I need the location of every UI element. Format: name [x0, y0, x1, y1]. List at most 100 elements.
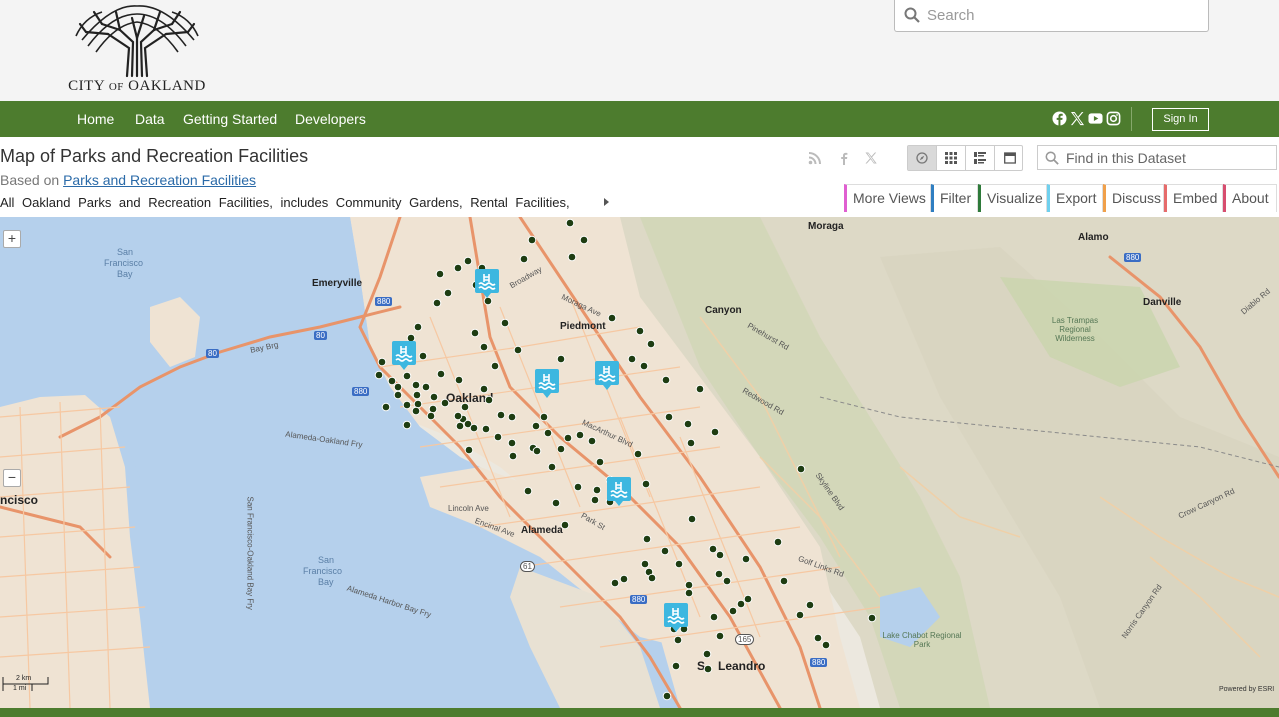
park-point[interactable] [709, 612, 719, 622]
facebook-icon[interactable] [1052, 111, 1067, 126]
park-point[interactable] [513, 345, 523, 355]
park-point[interactable] [795, 610, 805, 620]
park-point[interactable] [393, 390, 403, 400]
park-point[interactable] [683, 419, 693, 429]
park-point[interactable] [646, 339, 656, 349]
park-point[interactable] [440, 398, 450, 408]
park-point[interactable] [421, 382, 431, 392]
park-point[interactable] [779, 576, 789, 586]
park-point[interactable] [377, 357, 387, 367]
park-point[interactable] [469, 423, 479, 433]
park-point[interactable] [402, 400, 412, 410]
park-point[interactable] [428, 404, 438, 414]
park-point[interactable] [413, 322, 423, 332]
park-point[interactable] [664, 412, 674, 422]
pool-marker[interactable] [535, 369, 559, 398]
park-point[interactable] [381, 402, 391, 412]
based-on-link[interactable]: Parks and Recreation Facilities [63, 172, 256, 188]
park-point[interactable] [490, 361, 500, 371]
park-point[interactable] [674, 559, 684, 569]
park-point[interactable] [728, 606, 738, 616]
park-point[interactable] [374, 370, 384, 380]
park-point[interactable] [805, 600, 815, 610]
nav-getting-started[interactable]: Getting Started [183, 111, 277, 127]
youtube-icon[interactable] [1088, 111, 1103, 126]
park-point[interactable] [587, 436, 597, 446]
park-point[interactable] [412, 390, 422, 400]
list-view-button[interactable] [966, 146, 995, 170]
share-x-icon[interactable] [864, 151, 878, 165]
map-view-button[interactable] [908, 146, 937, 170]
park-point[interactable] [532, 446, 542, 456]
park-point[interactable] [484, 395, 494, 405]
park-point[interactable] [426, 411, 436, 421]
pool-marker[interactable] [607, 477, 631, 506]
dataset-search-input[interactable] [1066, 149, 1271, 167]
park-point[interactable] [687, 514, 697, 524]
park-point[interactable] [796, 464, 806, 474]
park-point[interactable] [573, 482, 583, 492]
park-point[interactable] [402, 371, 412, 381]
park-point[interactable] [702, 649, 712, 659]
park-point[interactable] [640, 559, 650, 569]
park-point[interactable] [507, 412, 517, 422]
park-point[interactable] [531, 421, 541, 431]
park-point[interactable] [715, 550, 725, 560]
dataset-search-box[interactable] [1037, 145, 1277, 170]
park-point[interactable] [453, 263, 463, 273]
park-point[interactable] [714, 569, 724, 579]
park-point[interactable] [455, 421, 465, 431]
park-point[interactable] [684, 580, 694, 590]
park-point[interactable] [464, 445, 474, 455]
park-point[interactable] [813, 633, 823, 643]
park-point[interactable] [551, 498, 561, 508]
park-point[interactable] [633, 449, 643, 459]
park-point[interactable] [673, 635, 683, 645]
park-point[interactable] [539, 412, 549, 422]
pool-marker[interactable] [595, 361, 619, 390]
city-of-oakland-logo[interactable]: CITY OF OAKLAND [66, 0, 208, 100]
zoom-in-button[interactable]: + [3, 230, 21, 248]
park-point[interactable] [460, 402, 470, 412]
park-point[interactable] [463, 256, 473, 266]
park-point[interactable] [418, 351, 428, 361]
park-point[interactable] [429, 392, 439, 402]
rss-icon[interactable] [808, 151, 822, 165]
park-point[interactable] [684, 588, 694, 598]
expand-description-icon[interactable] [604, 198, 609, 206]
park-point[interactable] [743, 594, 753, 604]
x-twitter-icon[interactable] [1070, 111, 1085, 126]
park-point[interactable] [519, 254, 529, 264]
park-point[interactable] [387, 376, 397, 386]
park-point[interactable] [481, 424, 491, 434]
park-point[interactable] [547, 462, 557, 472]
park-point[interactable] [671, 661, 681, 671]
park-point[interactable] [592, 485, 602, 495]
park-point[interactable] [575, 430, 585, 440]
nav-developers[interactable]: Developers [295, 111, 366, 127]
park-point[interactable] [413, 399, 423, 409]
park-point[interactable] [527, 235, 537, 245]
park-point[interactable] [436, 369, 446, 379]
park-point[interactable] [590, 495, 600, 505]
park-point[interactable] [647, 573, 657, 583]
park-point[interactable] [543, 428, 553, 438]
park-point[interactable] [443, 288, 453, 298]
park-point[interactable] [660, 546, 670, 556]
nav-data[interactable]: Data [135, 111, 165, 127]
tab-more-views[interactable]: More Views [844, 184, 931, 212]
park-point[interactable] [627, 354, 637, 364]
park-point[interactable] [736, 599, 746, 609]
tab-export[interactable]: Export [1047, 184, 1103, 212]
park-point[interactable] [435, 269, 445, 279]
park-point[interactable] [686, 438, 696, 448]
tab-filter[interactable]: Filter [931, 184, 978, 212]
park-point[interactable] [479, 342, 489, 352]
pool-marker[interactable] [392, 341, 416, 370]
park-point[interactable] [493, 432, 503, 442]
park-point[interactable] [523, 486, 533, 496]
park-point[interactable] [453, 411, 463, 421]
grid-view-button[interactable] [937, 146, 966, 170]
park-point[interactable] [642, 534, 652, 544]
park-point[interactable] [432, 298, 442, 308]
